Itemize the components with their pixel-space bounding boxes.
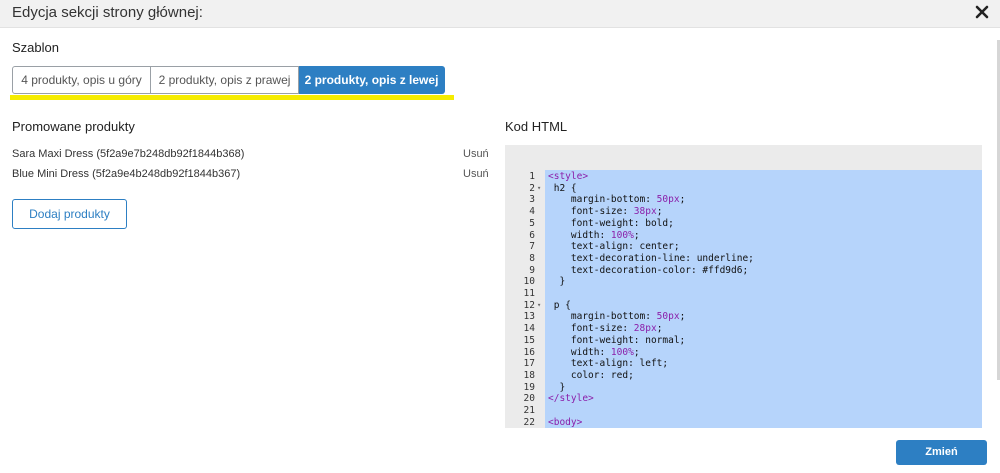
code-text: font-size: 38px; <box>548 206 663 218</box>
code-line: 2 ▾ h2 { <box>505 183 982 195</box>
code-text: text-decoration-line: underline; <box>548 252 754 264</box>
line-number: 17 <box>523 358 535 370</box>
code-text: <body> <box>548 416 583 428</box>
code-line: 4 font-size: 38px; <box>505 206 982 218</box>
line-number: 3 <box>529 194 535 206</box>
line-number: 14 <box>523 323 535 335</box>
dialog-titlebar: Edycja sekcji strony głównej: <box>0 0 1000 28</box>
code-line: 16 width: 100%; <box>505 347 982 359</box>
code-text: p { <box>548 299 571 311</box>
code-text: <style> <box>548 171 589 182</box>
line-number: 9 <box>529 264 535 276</box>
line-number: 13 <box>523 311 535 323</box>
dialog-title: Edycja sekcji strony głównej: <box>12 4 203 21</box>
code-text: font-weight: normal; <box>548 334 686 346</box>
code-line: 7 text-align: center; <box>505 241 982 253</box>
code-line: 12 ▾ p { <box>505 300 982 312</box>
line-number: 19 <box>523 381 535 393</box>
tab-4-products-top[interactable]: 4 produkty, opis u góry <box>12 66 151 94</box>
code-line: 22 <body> <box>505 417 982 428</box>
remove-product-link[interactable]: Usuń <box>463 168 489 180</box>
code-line: 6 width: 100%; <box>505 230 982 242</box>
editor-toolbar <box>505 145 982 170</box>
code-text: text-align: center; <box>548 241 680 253</box>
line-number: 1 <box>529 171 535 182</box>
close-icon-glyph <box>975 5 989 19</box>
line-number: 22 <box>523 416 535 428</box>
promoted-products-label: Promowane produkty <box>12 119 135 134</box>
html-code-label: Kod HTML <box>505 119 568 134</box>
line-number: 15 <box>523 334 535 346</box>
line-number: 12 <box>523 299 535 311</box>
add-products-button[interactable]: Dodaj produkty <box>12 199 127 229</box>
code-text: text-align: left; <box>548 358 669 370</box>
line-number: 5 <box>529 217 535 229</box>
html-code-editor[interactable]: 1 <style> 2 ▾ h2 {3 margin-bottom: 50px; 4 f… <box>505 145 982 428</box>
code-line: 21 <box>505 405 982 417</box>
code-line: 1 <style> <box>505 171 982 183</box>
save-button[interactable]: Zmień <box>896 440 987 465</box>
close-icon[interactable] <box>974 3 990 21</box>
code-line: 9 text-decoration-color: #ffd9d6; <box>505 265 982 277</box>
code-line: 8 text-decoration-line: underline; <box>505 253 982 265</box>
fold-arrow-icon[interactable]: ▾ <box>537 300 541 312</box>
code-text: margin-bottom: 50px; <box>548 311 686 323</box>
tab-2-products-right[interactable]: 2 produkty, opis z prawej <box>151 66 299 94</box>
remove-product-link[interactable]: Usuń <box>463 148 489 160</box>
code-text: width: 100%; <box>548 229 640 241</box>
line-number: 21 <box>523 405 535 416</box>
code-text: color: red; <box>548 369 634 381</box>
code-text: font-size: 28px; <box>548 323 663 335</box>
line-number: 6 <box>529 229 535 241</box>
template-tabs: 4 produkty, opis u góry 2 produkty, opis… <box>12 66 445 94</box>
line-number: 2 <box>529 182 535 194</box>
code-line: 20 </style> <box>505 393 982 405</box>
code-line: 5 font-weight: bold; <box>505 218 982 230</box>
highlight-underline <box>10 95 454 100</box>
code-text: font-weight: bold; <box>548 217 674 229</box>
line-number: 11 <box>523 288 535 299</box>
line-number: 4 <box>529 206 535 218</box>
code-line: 15 font-weight: normal; <box>505 335 982 347</box>
code-text: h2 { <box>548 182 577 194</box>
line-number: 18 <box>523 369 535 381</box>
code-text: } <box>548 381 566 393</box>
code-line: 17 text-align: left; <box>505 358 982 370</box>
template-label: Szablon <box>12 40 59 55</box>
fold-arrow-icon[interactable]: ▾ <box>537 183 541 195</box>
code-line: 14 font-size: 28px; <box>505 323 982 335</box>
line-number: 7 <box>529 241 535 253</box>
line-number: 20 <box>523 393 535 405</box>
code-line: 3 margin-bottom: 50px; <box>505 194 982 206</box>
line-number: 16 <box>523 346 535 358</box>
code-line: 19 } <box>505 382 982 394</box>
code-text: } <box>548 276 566 288</box>
product-item: Sara Maxi Dress (5f2a9e7b248db92f1844b36… <box>12 148 245 160</box>
code-line: 13 margin-bottom: 50px; <box>505 311 982 323</box>
line-number: 8 <box>529 252 535 264</box>
line-number: 10 <box>523 276 535 288</box>
tab-2-products-left[interactable]: 2 produkty, opis z lewej <box>299 66 445 94</box>
code-line: 10 } <box>505 276 982 288</box>
code-line: 18 color: red; <box>505 370 982 382</box>
code-text: </style> <box>548 393 594 405</box>
code-line: 11 <box>505 288 982 300</box>
code-text: margin-bottom: 50px; <box>548 194 686 206</box>
code-text: width: 100%; <box>548 346 640 358</box>
code-text: text-decoration-color: #ffd9d6; <box>548 264 749 276</box>
product-item: Blue Mini Dress (5f2a9e4b248db92f1844b36… <box>12 168 241 180</box>
